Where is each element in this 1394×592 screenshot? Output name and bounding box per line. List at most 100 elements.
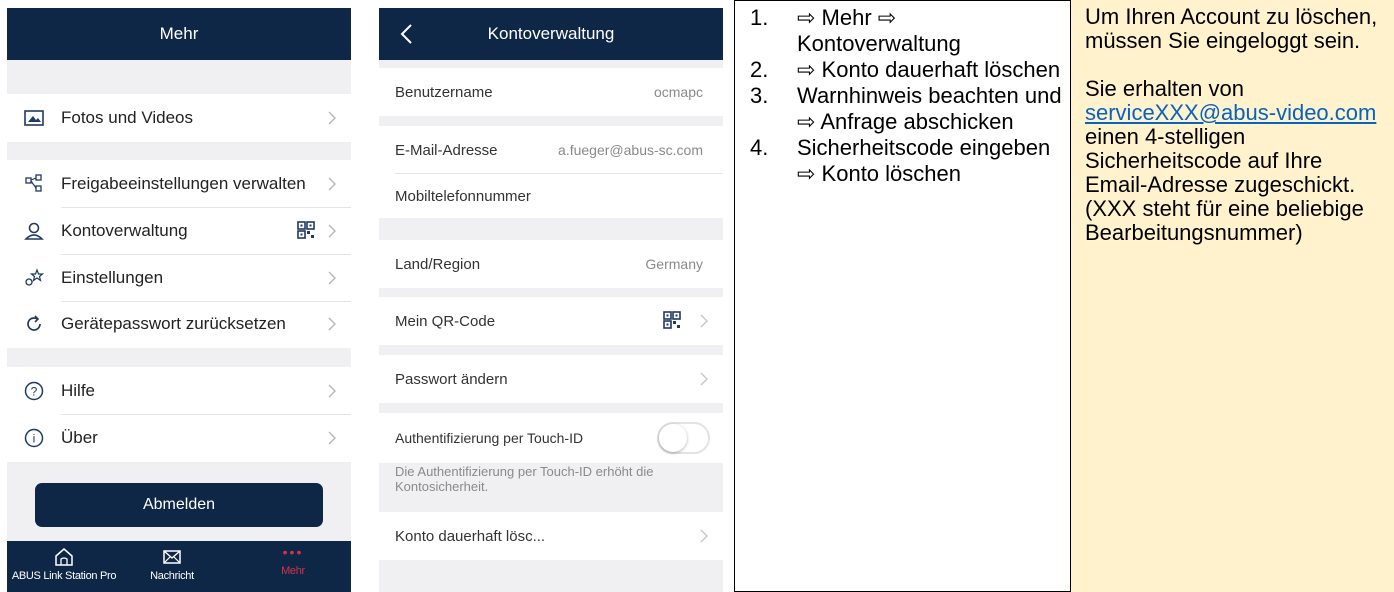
menu-item-help[interactable]: ? Hilfe [7,367,351,415]
chevron-right-icon [328,384,336,398]
info-paragraph-pre: Sie erhalten von [1085,76,1244,101]
svg-text:?: ? [31,385,38,399]
tab-messages[interactable]: Nachricht [137,541,207,592]
region-value: Germany [645,256,703,272]
section-delete: Konto dauerhaft lösc... [379,512,723,560]
step-item: 4. Sicherheitscode eingeben ⇨ Konto lösc… [735,135,1070,187]
header-bar: Kontoverwaltung [379,8,723,60]
user-icon [24,222,44,240]
section-region: Land/Region Germany [379,240,723,288]
menu-item-share-settings[interactable]: Freigabeeinstellungen verwalten [7,160,351,208]
section-contact: E-Mail-Adresse a.fueger@abus-sc.com Mobi… [379,126,723,218]
info-paragraph: Um Ihren Account zu löschen, müssen Sie … [1085,4,1378,53]
section-password: Passwort ändern [379,355,723,403]
support-email-link[interactable]: serviceXXX@abus-video.com [1085,100,1376,125]
reset-icon [27,315,41,331]
photo-icon [24,110,44,126]
chevron-right-icon [700,314,708,328]
step-item: 3. Warnhinweis beachten und ⇨ Anfrage ab… [735,83,1070,135]
info-icon: i [24,428,44,448]
step-item: 1. ⇨ Mehr ⇨ Kontoverwaltung [735,5,1070,57]
qr-code-row[interactable]: Mein QR-Code [379,297,723,345]
change-password-label: Passwort ändern [395,370,508,388]
step-item: 2. ⇨ Konto dauerhaft löschen [735,57,1070,83]
section-qr: Mein QR-Code [379,297,723,345]
step-text: ⇨ Mehr ⇨ Kontoverwaltung [797,5,961,56]
tab-label: Nachricht [150,570,194,582]
change-password-row[interactable]: Passwort ändern [379,355,723,403]
tab-bar: ABUS Link Station Pro Nachricht ••• Mehr [7,541,351,592]
step-number: 4. [750,135,769,160]
svg-text:i: i [33,432,36,446]
section-username: Benutzername ocmapc [379,68,723,116]
email-value: a.fueger@abus-sc.com [558,142,703,158]
page-title: Mehr [159,24,199,43]
menu-item-label: Fotos und Videos [61,108,193,127]
step-number: 2. [750,57,769,82]
delete-account-row[interactable]: Konto dauerhaft lösc... [379,512,723,560]
chevron-right-icon [328,431,336,445]
tab-label: Mehr [281,565,305,577]
menu-item-label: Kontoverwaltung [61,221,188,240]
step-number: 3. [750,83,769,108]
info-paragraph-note: (XXX steht für eine beliebige Bearbeitun… [1085,196,1364,245]
info-paragraph-post: einen 4-stelligen Sicherheitscode auf Ih… [1085,124,1356,197]
qr-code-icon [663,311,681,329]
tab-home[interactable]: ABUS Link Station Pro [7,541,121,592]
toggle-knob [659,424,687,452]
region-row[interactable]: Land/Region Germany [379,240,723,288]
tab-label: ABUS Link Station Pro [11,570,117,582]
chevron-right-icon [328,111,336,125]
menu-item-settings[interactable]: Einstellungen [7,254,351,302]
home-icon [55,548,73,566]
menu-item-label: Freigabeeinstellungen verwalten [61,174,306,193]
chevron-right-icon [328,177,336,191]
back-button[interactable] [399,20,425,48]
qr-code-icon [297,221,315,239]
delete-account-label: Konto dauerhaft lösc... [395,527,546,545]
menu-section-account: Freigabeeinstellungen verwalten Kontover… [7,160,351,348]
more-screen: Mehr Fotos und Videos Freigabeeinstellun… [7,8,351,592]
step-text: Warnhinweis beachten und ⇨ Anfrage absch… [797,83,1062,134]
menu-item-label: Gerätepasswort zurücksetzen [61,314,286,333]
chevron-right-icon [700,529,708,543]
phone-label: Mobiltelefonnummer [395,187,531,205]
tab-more[interactable]: ••• Mehr [263,541,323,592]
menu-item-about[interactable]: i Über [7,414,351,462]
chevron-right-icon [328,317,336,331]
menu-item-label: Einstellungen [61,268,164,287]
section-touch-id: Authentifizierung per Touch-ID [379,413,723,463]
page-title: Kontoverwaltung [487,24,615,43]
menu-item-photos-videos[interactable]: Fotos und Videos [7,94,351,142]
email-label: E-Mail-Adresse [395,141,498,159]
account-management-screen: Kontoverwaltung Benutzername ocmapc E-Ma… [379,8,723,592]
instructions-box: 1. ⇨ Mehr ⇨ Kontoverwaltung 2. ⇨ Konto d… [734,0,1071,592]
step-text: ⇨ Konto dauerhaft löschen [797,57,1061,82]
menu-item-label: Über [61,428,98,447]
step-text: Sicherheitscode eingeben ⇨ Konto löschen [797,135,1051,186]
menu-item-reset-password[interactable]: Gerätepasswort zurücksetzen [7,300,351,348]
phone-row[interactable]: Mobiltelefonnummer [379,172,723,220]
email-row[interactable]: E-Mail-Adresse a.fueger@abus-sc.com [379,126,723,174]
touch-id-note: Die Authentifizierung per Touch-ID erhöh… [395,464,654,494]
menu-item-account-management[interactable]: Kontoverwaltung [7,207,351,255]
header-bar: Mehr [7,8,351,60]
touch-id-label: Authentifizierung per Touch-ID [395,430,584,446]
username-label: Benutzername [395,83,493,101]
share-settings-icon [25,174,42,192]
qr-code-label: Mein QR-Code [395,312,496,330]
menu-item-label: Hilfe [61,381,96,400]
help-icon: ? [24,381,44,401]
logout-button[interactable]: Abmelden [35,483,323,527]
info-box: Um Ihren Account zu löschen, müssen Sie … [1071,0,1394,592]
step-number: 1. [750,5,769,30]
settings-icon [25,268,44,286]
chevron-right-icon [328,271,336,285]
username-value: ocmapc [653,84,703,100]
chevron-right-icon [328,224,336,238]
menu-section-media: Fotos und Videos [7,94,351,142]
touch-id-toggle[interactable] [657,422,710,454]
username-row: Benutzername ocmapc [379,68,723,116]
chevron-right-icon [700,372,708,386]
menu-section-support: ? Hilfe i Über [7,367,351,462]
